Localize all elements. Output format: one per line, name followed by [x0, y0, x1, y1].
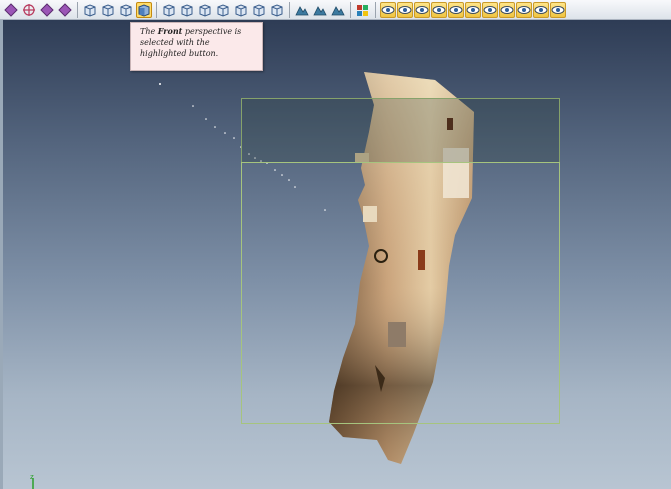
eye-8-button[interactable]: [498, 1, 515, 18]
view-cube-front-button[interactable]: [136, 1, 152, 18]
view-cube-back-button[interactable]: [118, 2, 134, 18]
axis-z-label: z: [30, 473, 34, 481]
eye-5-button[interactable]: [447, 1, 464, 18]
view-iso-1-icon: [234, 3, 248, 17]
eye-11-icon: [551, 3, 565, 17]
app-window: z x The Front perspective is selected wi…: [0, 0, 671, 489]
view-top-icon: [162, 3, 176, 17]
eye-9-icon: [517, 3, 531, 17]
terrain-a-button[interactable]: [294, 2, 310, 18]
colorize-button[interactable]: [355, 2, 371, 18]
select-pick-button[interactable]: [21, 2, 37, 18]
view-cube-back-icon: [119, 3, 133, 17]
view-cube-iso-button[interactable]: [82, 2, 98, 18]
toolbar-separator: [375, 1, 376, 18]
eye-4-icon: [432, 3, 446, 17]
eye-2-icon: [398, 3, 412, 17]
tooltip-callout: The Front perspective is selected with t…: [130, 22, 263, 71]
main-toolbar: [0, 0, 671, 20]
select-pick-icon: [22, 3, 36, 17]
terrain-c-icon: [331, 3, 345, 17]
axis-indicator-icon: z x: [30, 473, 34, 489]
terrain-a-icon: [295, 3, 309, 17]
toolbar-separator: [156, 1, 157, 18]
eye-8-icon: [500, 3, 514, 17]
eye-6-icon: [466, 3, 480, 17]
eye-1-button[interactable]: [379, 1, 396, 18]
eye-3-button[interactable]: [413, 1, 430, 18]
bounding-box-top-slab: [241, 98, 560, 163]
3d-viewport[interactable]: z x: [3, 20, 671, 489]
shaded-diamond-icon: [40, 2, 54, 17]
view-left-button[interactable]: [197, 2, 213, 18]
eye-10-icon: [534, 3, 548, 17]
colorize-icon: [356, 3, 370, 17]
view-cube-wire-icon: [101, 3, 115, 17]
shaded-diamond-alt-icon: [58, 2, 72, 17]
eye-9-button[interactable]: [515, 1, 532, 18]
eye-7-button[interactable]: [481, 1, 498, 18]
eye-2-button[interactable]: [396, 1, 413, 18]
toolbar-separator: [350, 1, 351, 18]
terrain-c-button[interactable]: [330, 2, 346, 18]
view-iso-1-button[interactable]: [233, 2, 249, 18]
tooltip-highlight: Front: [157, 26, 183, 36]
view-left-icon: [198, 3, 212, 17]
view-bottom-button[interactable]: [179, 2, 195, 18]
tooltip-prefix: The: [140, 27, 158, 36]
terrain-b-icon: [313, 3, 327, 17]
fit-view-icon: [4, 2, 18, 17]
view-iso-3-icon: [270, 3, 284, 17]
eye-3-icon: [415, 3, 429, 17]
shaded-diamond-alt-button[interactable]: [57, 2, 73, 18]
view-iso-2-icon: [252, 3, 266, 17]
view-bottom-icon: [180, 3, 194, 17]
eye-1-icon: [381, 3, 395, 17]
fit-view-button[interactable]: [3, 2, 19, 18]
eye-10-button[interactable]: [532, 1, 549, 18]
eye-7-icon: [483, 3, 497, 17]
view-top-button[interactable]: [161, 2, 177, 18]
eye-5-icon: [449, 3, 463, 17]
view-right-button[interactable]: [215, 2, 231, 18]
view-cube-wire-button[interactable]: [100, 2, 116, 18]
toolbar-separator: [77, 1, 78, 18]
view-iso-3-button[interactable]: [269, 2, 285, 18]
shaded-diamond-button[interactable]: [39, 2, 55, 18]
toolbar-separator: [289, 1, 290, 18]
view-cube-iso-icon: [83, 3, 97, 17]
eye-11-button[interactable]: [549, 1, 566, 18]
view-cube-front-icon: [137, 3, 151, 17]
view-iso-2-button[interactable]: [251, 2, 267, 18]
terrain-b-button[interactable]: [312, 2, 328, 18]
eye-4-button[interactable]: [430, 1, 447, 18]
eye-6-button[interactable]: [464, 1, 481, 18]
view-right-icon: [216, 3, 230, 17]
